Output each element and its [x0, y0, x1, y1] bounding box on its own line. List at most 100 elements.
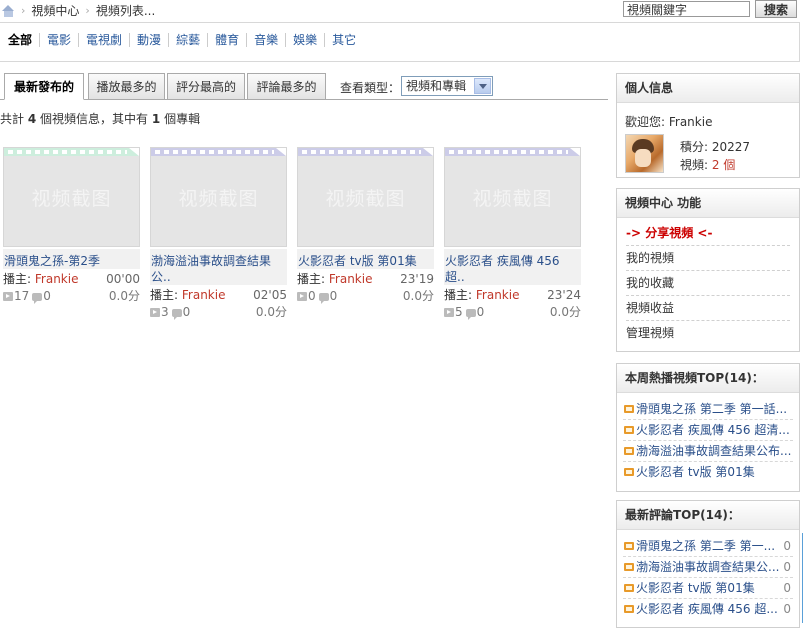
- hot-week-box: 本周熱播視頻TOP(14)： 滑頭鬼之孫 第二季 第一話... 火影忍者 疾風傳…: [616, 363, 800, 492]
- points-value: 20227: [711, 140, 751, 154]
- breadcrumb: › 視頻中心 › 視頻列表...: [2, 2, 155, 19]
- video-score: 0.0分: [549, 305, 581, 319]
- category-anime[interactable]: 動漫: [129, 33, 168, 47]
- film-strip-decoration: [298, 148, 433, 156]
- comment-item[interactable]: 火影忍者 tv版 第01集 0: [623, 578, 793, 599]
- summary-suffix: 個專輯: [164, 112, 201, 126]
- functions-heading: 視頻中心 功能: [617, 189, 799, 218]
- uploader-link[interactable]: Frankie: [182, 288, 226, 302]
- video-title[interactable]: 火影忍者 疾風傳 456: [445, 253, 581, 269]
- category-tv[interactable]: 電視劇: [78, 33, 129, 47]
- tab-most-played[interactable]: 播放最多的: [88, 73, 165, 100]
- profile-heading: 個人信息: [617, 74, 799, 103]
- category-other[interactable]: 其它: [324, 33, 363, 47]
- comment-count: 0: [781, 557, 791, 577]
- category-entertainment[interactable]: 娛樂: [285, 33, 324, 47]
- comment-count-icon: [465, 309, 476, 320]
- search-button[interactable]: 搜索: [755, 0, 797, 18]
- comment-count: 0: [182, 305, 191, 319]
- category-movie[interactable]: 電影: [39, 33, 78, 47]
- chevron-down-icon[interactable]: [474, 78, 491, 94]
- uploader-label: 播主:: [297, 272, 326, 286]
- category-all[interactable]: 全部: [8, 33, 39, 47]
- video-card: 视频截图 火影忍者 tv版 第01集 播主: Frankie 23'19 00 …: [297, 147, 434, 304]
- avatar[interactable]: [625, 134, 664, 173]
- comment-video-title[interactable]: 渤海溢油事故調查結果公...: [636, 557, 779, 577]
- hot-week-title[interactable]: 火影忍者 tv版 第01集: [636, 465, 755, 479]
- video-card: 视频截图 滑頭鬼之孫-第2季 播主: Frankie 00'00 17 0 0.0…: [3, 147, 140, 304]
- breadcrumb-separator: ›: [21, 4, 26, 17]
- comment-item[interactable]: 渤海溢油事故調查結果公... 0: [623, 557, 793, 578]
- video-title[interactable]: 火影忍者 tv版 第01集: [298, 253, 434, 269]
- thumbnail-placeholder-text: 视频截图: [325, 188, 406, 210]
- uploader-label: 播主:: [444, 288, 473, 302]
- hot-week-title[interactable]: 滑頭鬼之孫 第二季 第一話...: [636, 402, 787, 416]
- uploader-link[interactable]: Frankie: [35, 272, 79, 286]
- profile-stats: 積分: 20227 視頻: 2 個: [680, 138, 750, 174]
- category-nav: 全部 電影 電視劇 動漫 綜藝 體育 音樂 娛樂 其它: [0, 22, 800, 62]
- video-thumbnail[interactable]: 视频截图: [150, 147, 287, 247]
- hot-week-title[interactable]: 渤海溢油事故調查結果公布...: [636, 444, 791, 458]
- search-input[interactable]: [623, 1, 750, 17]
- video-score: 0.0分: [402, 289, 434, 303]
- video-icon: [624, 426, 634, 434]
- comment-count-icon: [171, 309, 182, 320]
- latest-comments-heading: 最新評論TOP(14)：: [617, 501, 799, 530]
- hot-week-item[interactable]: 渤海溢油事故調查結果公布...: [623, 441, 793, 462]
- comment-count-icon: [318, 293, 329, 304]
- video-score: 0.0分: [255, 305, 287, 319]
- type-filter-select[interactable]: 視頻和專輯: [401, 76, 493, 96]
- uploader-link[interactable]: Frankie: [476, 288, 520, 302]
- comment-count-icon: [32, 293, 43, 304]
- play-count: 17: [14, 289, 30, 303]
- home-icon[interactable]: [2, 4, 15, 17]
- video-thumbnail[interactable]: 视频截图: [3, 147, 140, 247]
- share-video-link[interactable]: -> 分享視頻 <-: [626, 221, 790, 246]
- video-thumbnail[interactable]: 视频截图: [444, 147, 581, 247]
- comment-video-title[interactable]: 火影忍者 tv版 第01集: [636, 578, 755, 598]
- functions-box: 視頻中心 功能 -> 分享視頻 <- 我的視頻 我的收藏 視頻收益 管理視頻: [616, 188, 800, 352]
- hot-week-item[interactable]: 火影忍者 tv版 第01集: [623, 462, 793, 483]
- play-count: 0: [308, 289, 316, 303]
- video-title[interactable]: 滑頭鬼之孫-第2季: [4, 253, 140, 269]
- breadcrumb-video-center[interactable]: 視頻中心: [31, 2, 79, 19]
- video-title-cont[interactable]: 公..: [151, 269, 287, 285]
- video-title[interactable]: 渤海溢油事故調查結果: [151, 253, 287, 269]
- thumbnail-placeholder-text: 视频截图: [472, 188, 553, 210]
- summary-mid: 個視頻信息，其中有: [40, 112, 149, 126]
- videos-label: 視頻:: [680, 158, 709, 172]
- comment-count: 0: [781, 578, 791, 598]
- tab-most-commented[interactable]: 評論最多的: [247, 73, 326, 100]
- tab-top-rated[interactable]: 評分最高的: [167, 73, 245, 100]
- comment-item[interactable]: 火影忍者 疾風傳 456 超... 0: [623, 599, 793, 620]
- video-earnings-link[interactable]: 視頻收益: [626, 296, 790, 321]
- video-title-cont[interactable]: 超..: [445, 269, 581, 285]
- comment-count: 0: [781, 599, 791, 619]
- video-thumbnail[interactable]: 视频截图: [297, 147, 434, 247]
- my-favorites-link[interactable]: 我的收藏: [626, 271, 790, 296]
- category-music[interactable]: 音樂: [246, 33, 285, 47]
- thumbnail-placeholder-text: 视频截图: [178, 188, 259, 210]
- thumbnail-placeholder-text: 视频截图: [31, 188, 112, 210]
- comment-video-title[interactable]: 火影忍者 疾風傳 456 超...: [636, 599, 778, 619]
- my-videos-link[interactable]: 我的視頻: [626, 246, 790, 271]
- hot-week-item[interactable]: 火影忍者 疾風傳 456 超清...: [623, 420, 793, 441]
- hot-week-title[interactable]: 火影忍者 疾風傳 456 超清...: [636, 423, 790, 437]
- comment-item[interactable]: 滑頭鬼之孫 第二季 第一... 0: [623, 536, 793, 557]
- hot-week-heading: 本周熱播視頻TOP(14)：: [617, 364, 799, 393]
- videos-count-link[interactable]: 2 個: [712, 158, 735, 172]
- hot-week-item[interactable]: 滑頭鬼之孫 第二季 第一話...: [623, 399, 793, 420]
- uploader-link[interactable]: Frankie: [329, 272, 373, 286]
- video-duration: 02'05: [253, 288, 287, 302]
- tab-latest[interactable]: 最新發布的: [4, 73, 84, 100]
- category-variety[interactable]: 綜藝: [168, 33, 207, 47]
- comment-video-title[interactable]: 滑頭鬼之孫 第二季 第一...: [636, 536, 775, 556]
- video-duration: 23'24: [547, 288, 581, 302]
- uploader-label: 播主:: [150, 288, 179, 302]
- profile-welcome: 歡迎您: Frankie: [625, 115, 713, 129]
- category-sports[interactable]: 體育: [207, 33, 246, 47]
- play-count-icon: [150, 308, 160, 317]
- manage-videos-link[interactable]: 管理視頻: [626, 321, 790, 346]
- film-strip-decoration: [445, 148, 580, 156]
- comment-count: 0: [43, 289, 51, 303]
